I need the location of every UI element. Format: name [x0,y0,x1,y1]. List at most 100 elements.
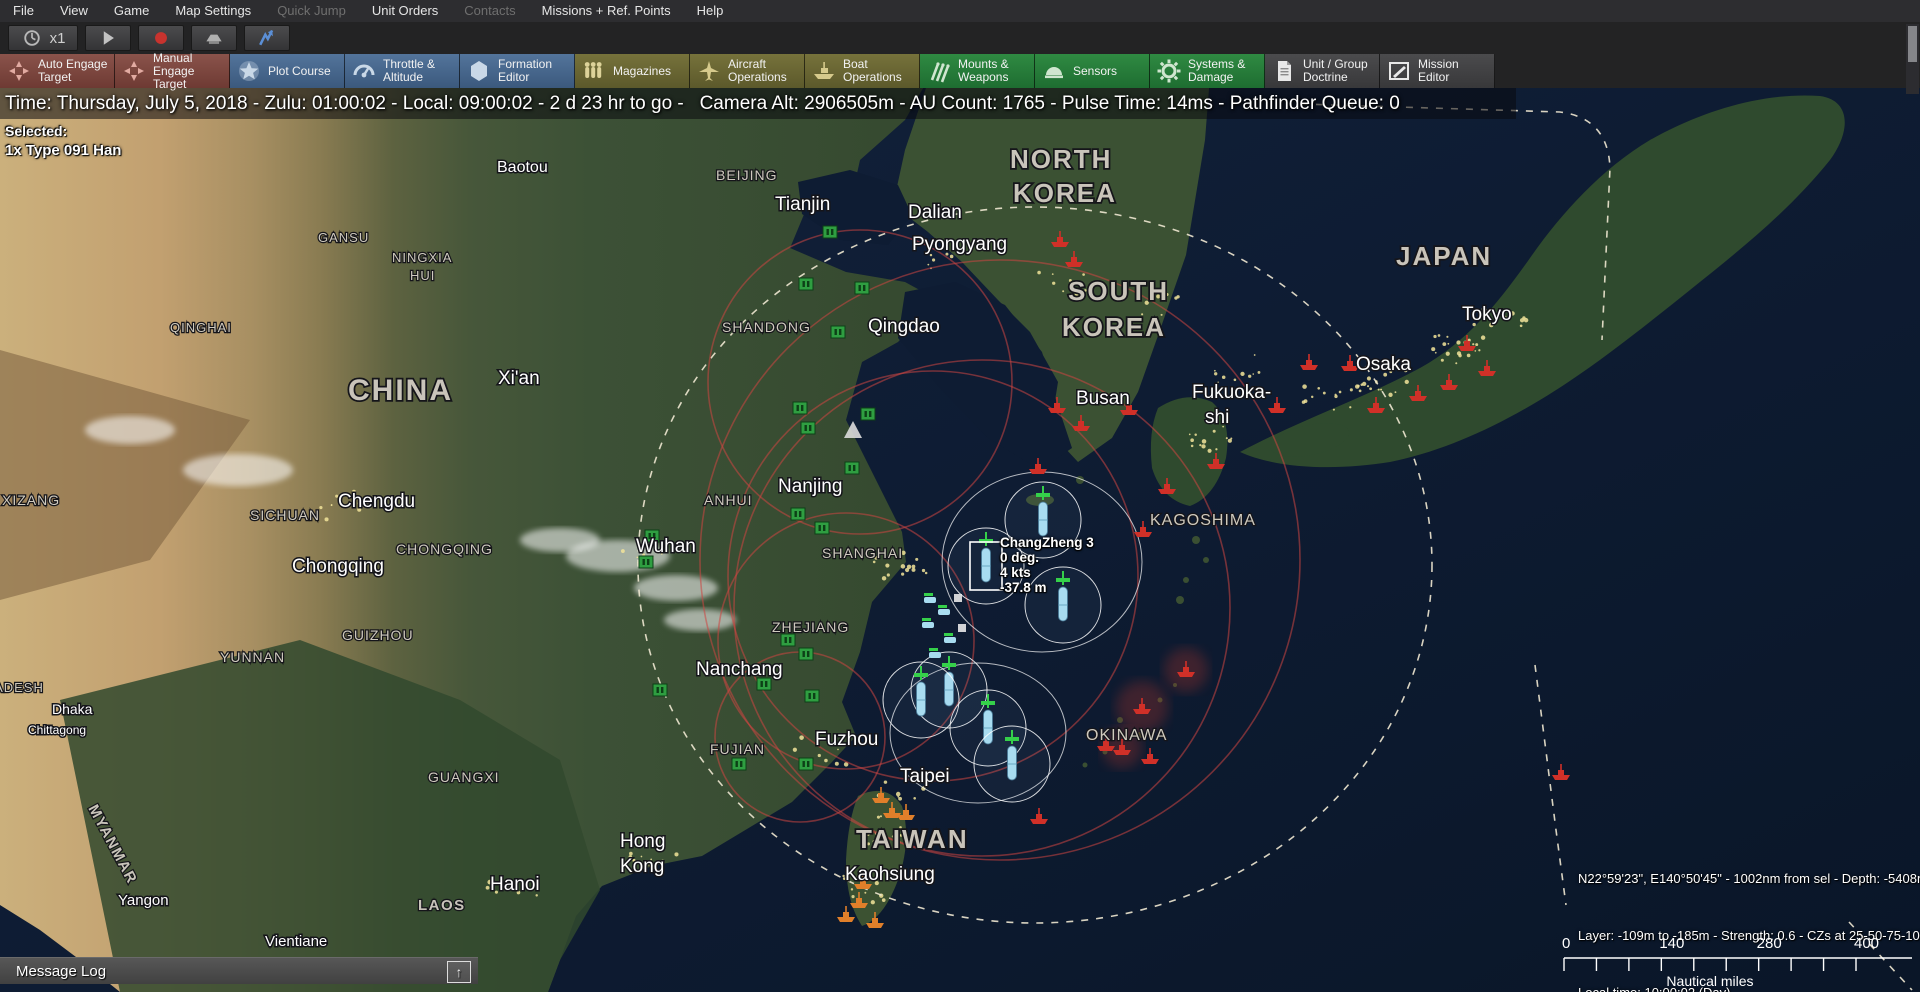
engage-icon [121,58,147,84]
map-label-north: NORTH [1010,144,1112,174]
unit-icon-installation[interactable] [801,422,815,434]
unit-icon-installation[interactable] [823,226,837,238]
layers-button[interactable] [191,25,237,51]
unit-heading: 0 deg. [1000,550,1094,565]
menu-item-game[interactable]: Game [101,0,162,22]
dome-icon [1041,58,1067,84]
unit-icon-installation[interactable] [861,408,875,420]
gauge-icon [351,58,377,84]
map-scale-bar: 0140280400Nautical miles [1556,926,1920,988]
map-label-nanjing: Nanjing [778,476,842,497]
quick-toolbar: x1 [0,22,1920,54]
map-label-okinawa: OKINAWA [1086,727,1167,744]
message-log-bar[interactable]: Message Log ↑ [0,957,478,984]
message-log-label: Message Log [16,963,106,980]
hex-icon [466,58,492,84]
map-label-xizang: XIZANG [2,492,60,508]
svg-text:140: 140 [1659,935,1684,952]
map-label-zhejiang: ZHEJIANG [772,619,849,635]
map-label-fuzhou: Fuzhou [815,729,878,750]
map-label-guangxi: GUANGXI [428,769,500,785]
info-position: N22°59'23", E140°50'45" - 1002nm from se… [1578,869,1920,888]
map-label-chengdu: Chengdu [338,491,415,512]
toolbar-button-label: FormationEditor [498,58,552,84]
play-button[interactable] [85,25,131,51]
unit-icon-installation[interactable] [791,508,805,520]
expand-log-button[interactable]: ↑ [447,961,471,983]
dome-icon [1041,58,1067,84]
svg-text:400: 400 [1854,935,1879,952]
map-label-qinghai: QINGHAI [170,320,232,335]
toolbar-mission-editor-button[interactable]: MissionEditor [1380,54,1495,88]
toolbar-sensors-button[interactable]: Sensors [1035,54,1150,88]
toolbar-button-label: Unit / GroupDoctrine [1303,58,1368,84]
unit-icon-installation[interactable] [799,278,813,290]
map-label-hui: HUI [410,268,435,283]
map-label-shanghai: SHANGHAI [822,545,903,561]
unit-icon-installation[interactable] [831,326,845,338]
toolbar-formation-editor-button[interactable]: FormationEditor [460,54,575,88]
toolbar-button-label: Systems &Damage [1188,58,1245,84]
record-button[interactable] [138,25,184,51]
app-window: BaotouBEIJINGTianjinDalianPyongyangNORTH… [0,0,1920,992]
menu-item-map-settings[interactable]: Map Settings [162,0,264,22]
boat-icon [811,58,837,84]
plane-icon [696,58,722,84]
toolbar-mounts-weapons-button[interactable]: Mounts &Weapons [920,54,1035,88]
toolbar-button-label: Mounts &Weapons [958,58,1009,84]
toolbar-unit-group-doctrine-button[interactable]: Unit / GroupDoctrine [1265,54,1380,88]
map-label-laos: LAOS [418,897,466,914]
map-label-anhui: ANHUI [704,492,753,508]
toolbar-systems-damage-button[interactable]: Systems &Damage [1150,54,1265,88]
mission-icon [1386,58,1412,84]
toolbar-plot-course-button[interactable]: Plot Course [230,54,345,88]
map-label-vientiane: Vientiane [265,933,327,950]
unit-icon-installation[interactable] [653,684,667,696]
map-label-baotou: Baotou [497,159,548,176]
unit-icon-installation[interactable] [815,522,829,534]
clock-button[interactable]: x1 [8,25,78,51]
unit-icon-installation[interactable] [732,758,746,770]
gear-icon [1156,58,1182,84]
toolbar-button-label: Throttle &Altitude [383,58,435,84]
map-label-bangladesh: BANGLADESH [0,680,44,695]
map-label-ningxia: NINGXIA [392,250,452,265]
map-label-tianjin: Tianjin [775,194,830,215]
unit-icon-installation[interactable] [799,648,813,660]
menu-item-missions-ref-points[interactable]: Missions + Ref. Points [529,0,684,22]
unit-icon-installation[interactable] [845,462,859,474]
map-label-tokyo: Tokyo [1462,304,1512,325]
unit-icon-installation[interactable] [639,556,653,568]
jump-button[interactable] [244,25,290,51]
scrollbar-thumb[interactable] [1908,26,1917,62]
engage-icon [6,58,32,84]
selection-label: Selected: [5,121,121,141]
map-scrollbar[interactable] [1906,24,1919,94]
map-label-hanoi: Hanoi [490,874,540,895]
map-label-kagoshima: KAGOSHIMA [1150,512,1256,529]
menu-item-contacts: Contacts [451,0,528,22]
toolbar-auto-engage-target-button[interactable]: Auto EngageTarget [0,54,115,88]
unit-icon-installation[interactable] [781,634,795,646]
svg-text:280: 280 [1757,935,1782,952]
toolbar-boat-operations-button[interactable]: BoatOperations [805,54,920,88]
toolbar-aircraft-operations-button[interactable]: AircraftOperations [690,54,805,88]
menu-item-file[interactable]: File [0,0,47,22]
unit-icon-installation[interactable] [793,402,807,414]
unit-icon-submarine[interactable] [974,726,1050,802]
menu-item-view[interactable]: View [47,0,101,22]
map-label-china: CHINA [348,374,453,407]
unit-icon-installation[interactable] [805,690,819,702]
toolbar-button-label: Auto EngageTarget [38,58,107,84]
missiles-icon [926,58,952,84]
unit-icon-submarine[interactable] [883,662,959,738]
menu-item-unit-orders[interactable]: Unit Orders [359,0,451,22]
unit-icon-installation[interactable] [855,282,869,294]
toolbar-throttle-altitude-button[interactable]: Throttle &Altitude [345,54,460,88]
toolbar-magazines-button[interactable]: Magazines [575,54,690,88]
unit-icon-installation[interactable] [799,758,813,770]
menu-item-help[interactable]: Help [684,0,737,22]
engage-icon [6,58,32,84]
map-label-wuhan: Wuhan [636,536,696,557]
toolbar-manual-engage-target-button[interactable]: ManualEngage Target [115,54,230,88]
